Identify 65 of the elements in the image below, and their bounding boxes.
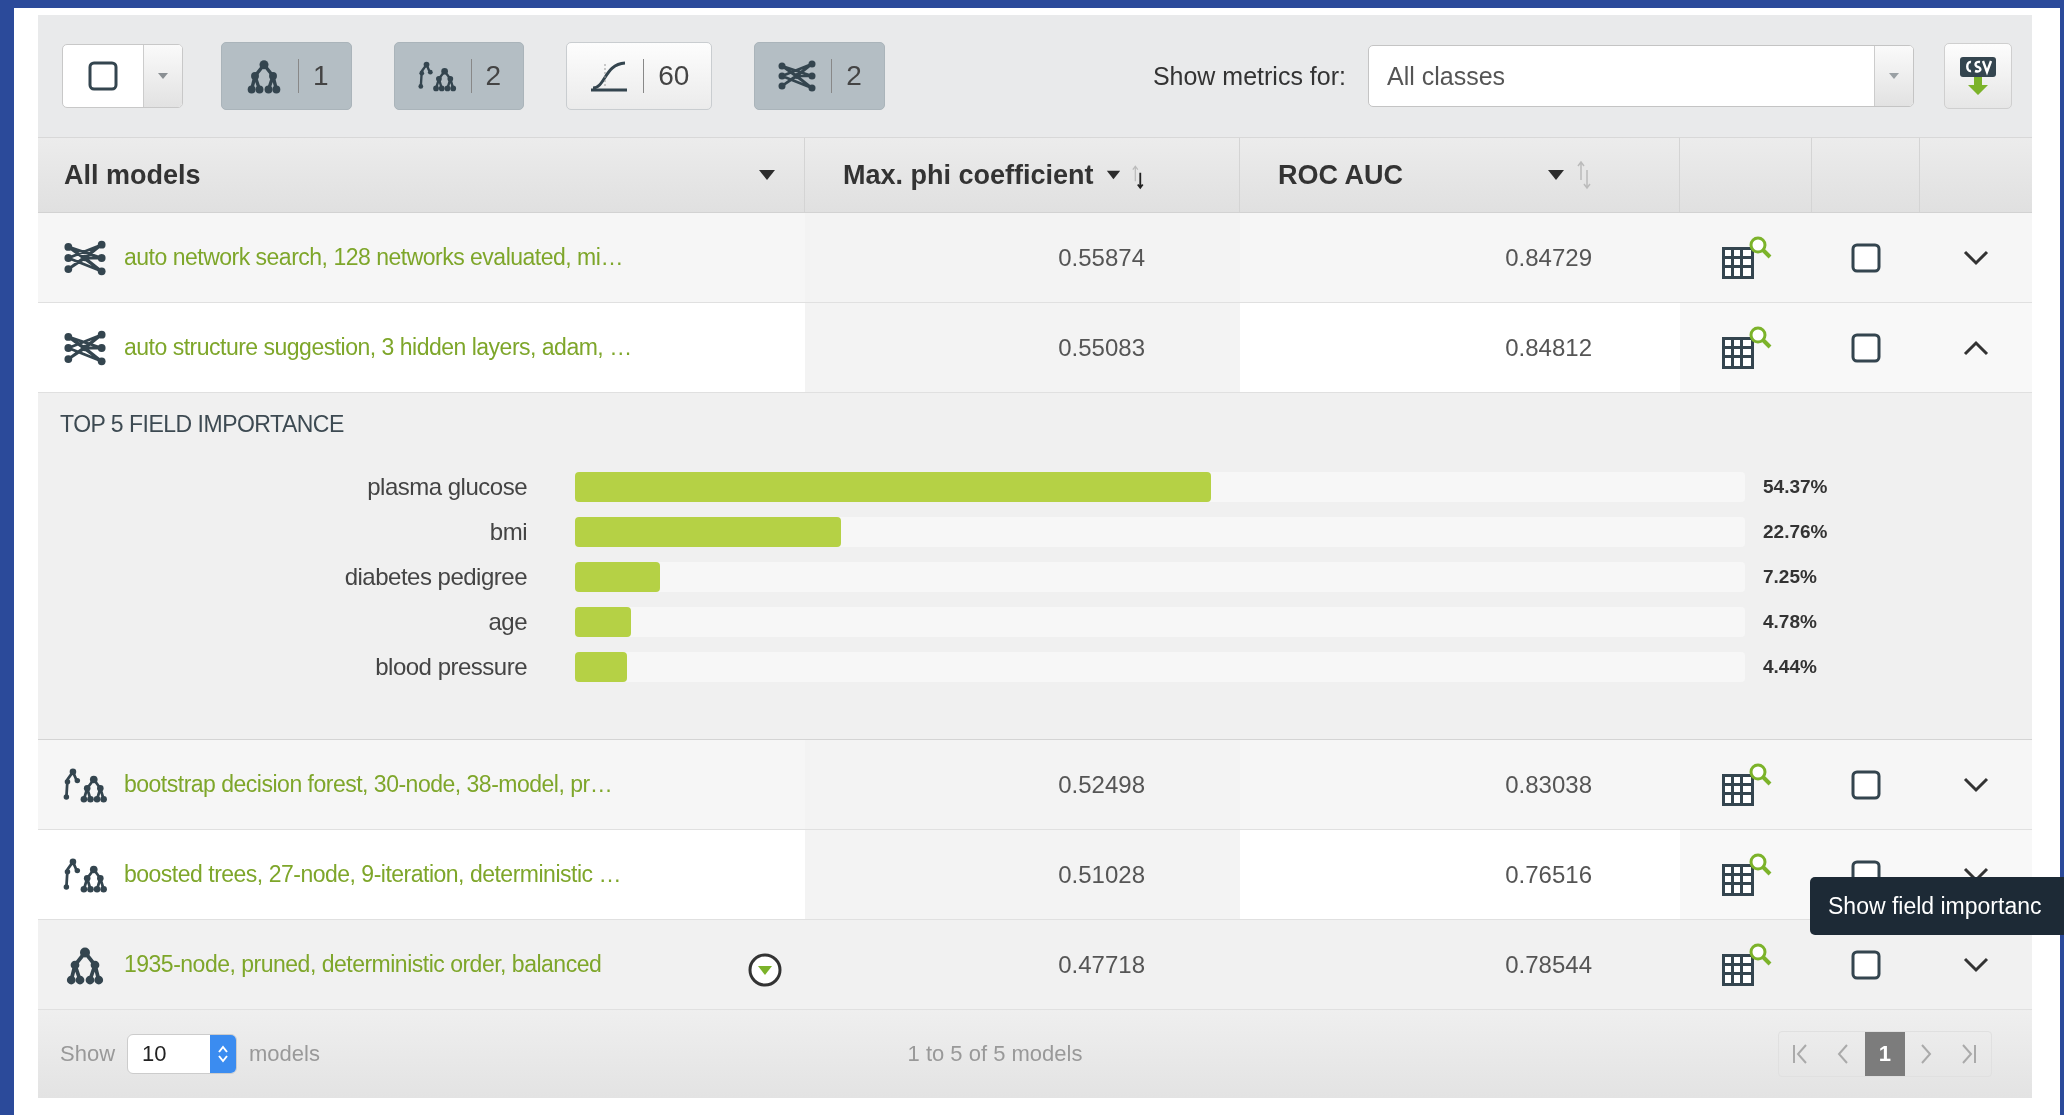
table-cell: 0.76516 (1505, 860, 1592, 889)
expand-chevron-icon[interactable] (1962, 775, 1990, 794)
matrix-search-icon[interactable] (1720, 761, 1772, 808)
page-button[interactable]: 1 (1865, 1032, 1905, 1076)
field-name: age (487, 608, 527, 636)
table-cell: 0.55874 (1058, 243, 1145, 272)
select-all-dropdown[interactable] (62, 44, 183, 108)
filter-toggle[interactable]: 1 (221, 42, 352, 110)
percentage-label: 4.78% (1763, 611, 1817, 633)
table-cell: 0.47718 (1058, 950, 1145, 979)
percentage-label: 22.76% (1763, 521, 1828, 543)
checkbox[interactable] (1851, 332, 1881, 363)
table-row[interactable]: auto structure suggestion, 3 hidden layers, adam, … 0.55083 0.84812 (38, 303, 2032, 393)
csv-download-button[interactable] (1944, 43, 2012, 109)
metrics-label: Show metrics for: (1152, 61, 1346, 91)
table-cell: 0.55083 (1058, 333, 1145, 362)
column-header[interactable]: Max. phi coefficient (805, 138, 1240, 212)
matrix-search-icon[interactable] (1720, 324, 1772, 371)
percentage-label: 54.37% (1763, 476, 1828, 498)
page-size-select[interactable]: 10 (127, 1034, 238, 1074)
csv-download-icon (1958, 55, 1998, 97)
show-label: Show (60, 1041, 116, 1067)
matrix-search-icon[interactable] (1720, 234, 1772, 281)
tooltip: Show field importanc (1810, 877, 2064, 935)
filter-toggle[interactable]: 2 (754, 42, 885, 110)
table-cell: 0.52498 (1058, 770, 1145, 799)
sort-descending-icon[interactable] (1132, 162, 1144, 192)
sort-caret-icon (758, 169, 776, 181)
filter-toggle[interactable]: 2 (393, 42, 525, 110)
field-name: bmi (488, 518, 527, 546)
stepper-icon (217, 1044, 230, 1064)
percentage-label: 7.25% (1763, 566, 1817, 588)
dropdown-circle-icon[interactable] (747, 951, 783, 988)
last-page-icon (1960, 1043, 1979, 1065)
table-cell: 0.84812 (1505, 333, 1592, 362)
table-cell: 0.51028 (1058, 860, 1145, 889)
percentage-label: 4.44% (1763, 656, 1817, 678)
column-header[interactable]: ROC AUC (1240, 138, 1680, 212)
field-name: diabetes pedigree (343, 563, 527, 591)
metrics-dropdown[interactable]: All classes (1368, 45, 1914, 107)
table-cell: 0.84729 (1505, 243, 1592, 272)
section-title: TOP 5 FIELD IMPORTANCE (60, 411, 345, 438)
pagination-summary: 1 to 5 of 5 models (907, 1041, 1083, 1067)
checkbox[interactable] (1851, 769, 1881, 800)
column-header[interactable]: All models (38, 138, 805, 212)
first-page-icon (1791, 1043, 1810, 1065)
expand-chevron-icon[interactable] (1962, 955, 1990, 974)
caret-icon (157, 72, 169, 80)
sort-caret-icon (1105, 169, 1121, 181)
table-cell: 0.78544 (1505, 950, 1592, 979)
neural-network-icon (777, 58, 818, 94)
filter-toggle[interactable]: 60 (566, 42, 713, 110)
models-label: models (249, 1041, 320, 1067)
matrix-search-icon[interactable] (1720, 851, 1772, 898)
checkbox[interactable] (88, 61, 118, 91)
checkbox[interactable] (1851, 949, 1881, 980)
sort-caret-icon (1547, 169, 1565, 181)
table-cell: 0.83038 (1505, 770, 1592, 799)
checkbox[interactable] (1851, 242, 1881, 273)
expand-chevron-icon[interactable] (1962, 248, 1990, 267)
caret-icon (1888, 72, 1900, 80)
collapse-chevron-icon[interactable] (1962, 338, 1990, 357)
field-name: blood pressure (374, 653, 527, 681)
field-name: plasma glucose (366, 473, 527, 501)
matrix-search-icon[interactable] (1720, 941, 1772, 988)
